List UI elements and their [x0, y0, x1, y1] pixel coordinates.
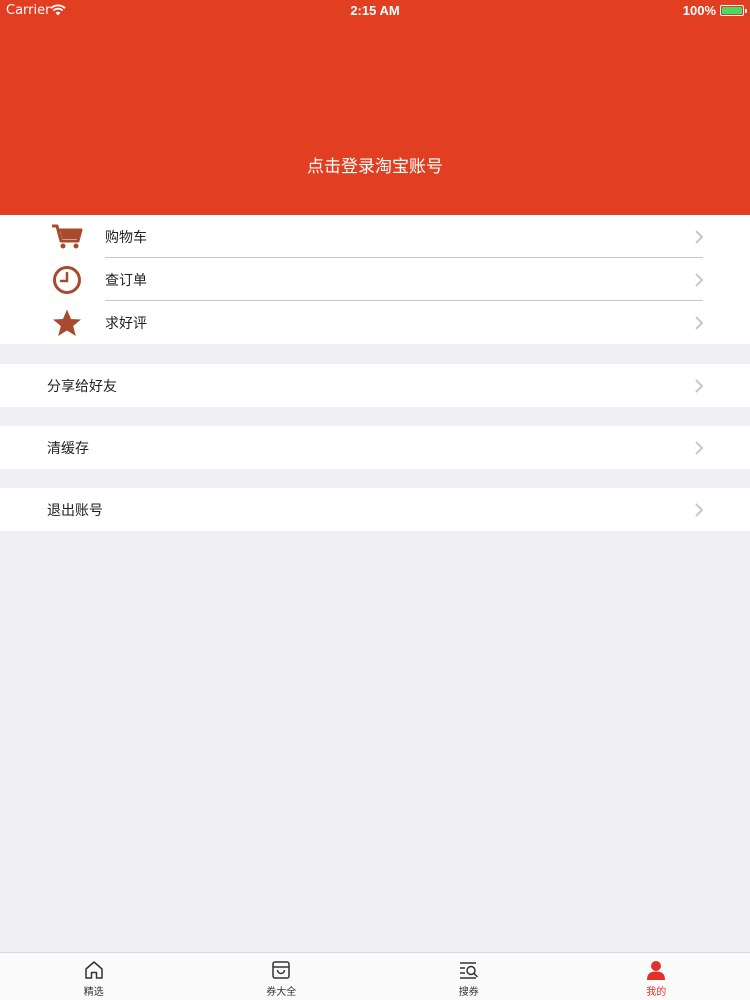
- clock-icon: [50, 265, 84, 295]
- menu-item-label: 求好评: [105, 315, 147, 332]
- box-icon: [272, 961, 290, 979]
- battery-indicator: 100%: [682, 3, 747, 18]
- search-list-icon: [459, 962, 478, 979]
- status-time: 2:15 AM: [350, 3, 400, 18]
- menu-group-share: 分享给好友: [0, 364, 750, 407]
- chevron-right-icon: [695, 440, 704, 455]
- status-bar: Carrier 2:15 AM 100%: [0, 0, 750, 22]
- chevron-right-icon: [695, 315, 704, 330]
- menu-group-cache: 清缓存: [0, 426, 750, 469]
- menu-item-label: 分享给好友: [47, 378, 117, 395]
- tab-label: 券大全: [266, 987, 297, 998]
- profile-header: Carrier 2:15 AM 100% 点击登录淘宝账号: [0, 0, 750, 215]
- menu-item-orders[interactable]: 查订单: [0, 258, 750, 301]
- battery-percent: 100%: [682, 3, 716, 18]
- tab-label: 我的: [646, 987, 667, 998]
- tab-label: 搜券: [458, 987, 479, 998]
- chevron-right-icon: [695, 502, 704, 517]
- chevron-right-icon: [695, 229, 704, 244]
- menu-item-label: 清缓存: [47, 440, 89, 457]
- tab-label: 精选: [83, 987, 104, 998]
- menu-item-cart[interactable]: 购物车: [0, 215, 750, 258]
- menu-item-label: 查订单: [105, 272, 147, 289]
- user-icon: [647, 961, 666, 980]
- tab-bar: 精选 券大全 搜券 我的: [0, 952, 750, 1000]
- menu-item-rate[interactable]: 求好评: [0, 301, 750, 344]
- menu-item-logout[interactable]: 退出账号: [0, 488, 750, 531]
- login-taobao-button[interactable]: 点击登录淘宝账号: [0, 152, 750, 177]
- tab-all-coupons[interactable]: 券大全: [188, 953, 376, 1000]
- menu-item-share[interactable]: 分享给好友: [0, 364, 750, 407]
- tab-featured[interactable]: 精选: [0, 953, 188, 1000]
- menu-group-logout: 退出账号: [0, 488, 750, 531]
- home-icon: [85, 961, 103, 979]
- menu-item-label: 退出账号: [47, 502, 103, 519]
- menu-item-label: 购物车: [105, 229, 147, 246]
- cart-icon: [50, 222, 84, 252]
- star-icon: [50, 308, 84, 338]
- battery-icon: [720, 5, 747, 16]
- chevron-right-icon: [695, 378, 704, 393]
- menu-item-clear-cache[interactable]: 清缓存: [0, 426, 750, 469]
- chevron-right-icon: [695, 272, 704, 287]
- tab-mine[interactable]: 我的: [563, 953, 750, 1000]
- menu-group-primary: 购物车 查订单 求好评: [0, 215, 750, 344]
- tab-search-coupons[interactable]: 搜券: [375, 953, 563, 1000]
